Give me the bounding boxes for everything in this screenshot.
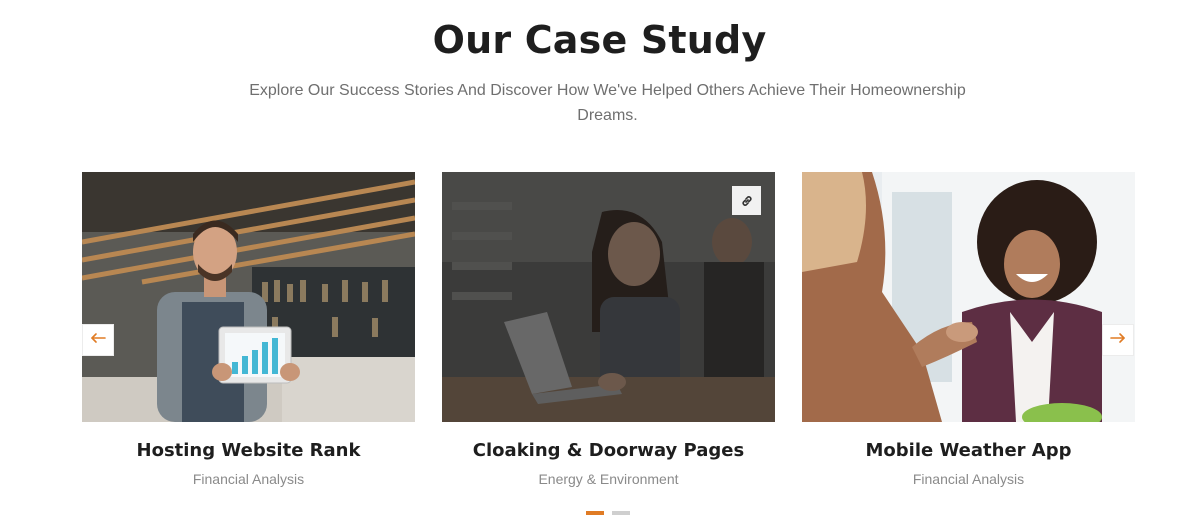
card-category[interactable]: Financial Analysis (82, 471, 415, 487)
section-title: Our Case Study (432, 18, 767, 62)
card-hover-overlay (442, 172, 775, 422)
card-image-barista[interactable] (82, 172, 415, 422)
carousel-next-button[interactable] (1102, 324, 1134, 356)
case-study-card-weather[interactable]: Mobile Weather App Financial Analysis (802, 172, 1135, 487)
handshake-smiling-woman-photo (802, 172, 1135, 422)
card-category[interactable]: Energy & Environment (442, 471, 775, 487)
link-icon (740, 194, 754, 208)
card-title[interactable]: Cloaking & Doorway Pages (442, 440, 775, 461)
arrow-right-icon (1110, 331, 1126, 349)
section-subtitle: Explore Our Success Stories And Discover… (249, 82, 966, 124)
card-image-handshake[interactable] (802, 172, 1135, 422)
arrow-left-icon (90, 331, 106, 349)
card-title[interactable]: Mobile Weather App (802, 440, 1135, 461)
card-title[interactable]: Hosting Website Rank (82, 440, 415, 461)
card-image-woman-laptop[interactable] (442, 172, 775, 422)
pagination-dot-2[interactable] (612, 511, 630, 515)
case-study-card-cloaking[interactable]: Cloaking & Doorway Pages Energy & Enviro… (442, 172, 775, 487)
carousel-prev-button[interactable] (82, 324, 114, 356)
card-link-button[interactable] (732, 186, 761, 215)
pagination-dot-1[interactable] (586, 511, 604, 515)
case-study-card-hosting[interactable]: Hosting Website Rank Financial Analysis (82, 172, 415, 487)
card-category[interactable]: Financial Analysis (802, 471, 1135, 487)
carousel-pagination (586, 511, 630, 515)
barista-with-tablet-photo (82, 172, 415, 422)
